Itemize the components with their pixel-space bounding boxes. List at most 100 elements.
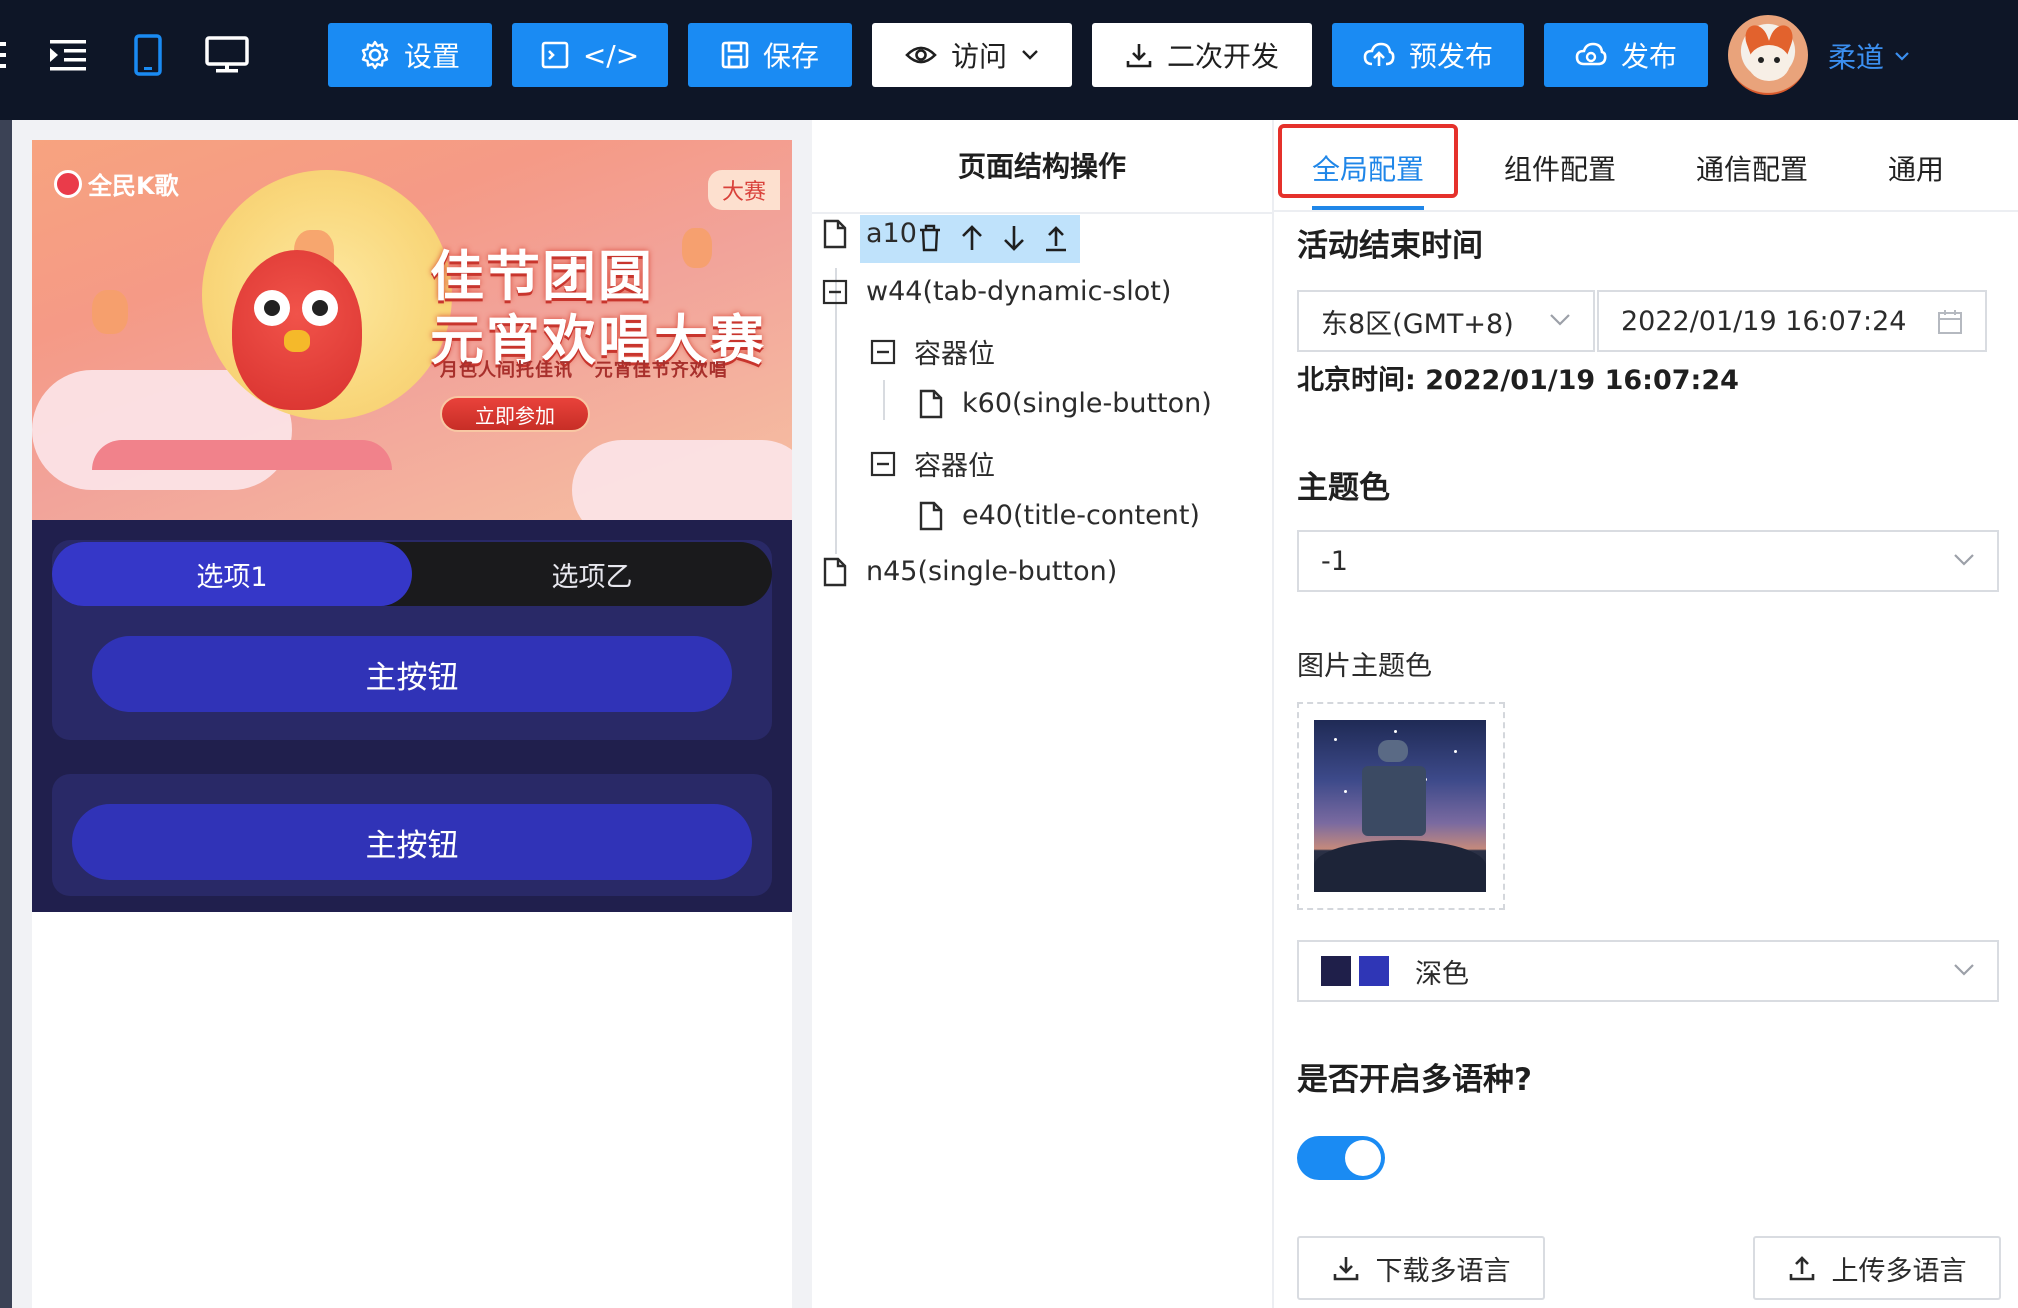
file-icon [919, 389, 943, 418]
download-languages-label: 下载多语言 [1375, 1255, 1511, 1287]
chevron-down-icon [1954, 964, 1974, 976]
image-theme-value: 深色 [1415, 958, 1469, 990]
join-now-button[interactable]: 立即参加 [440, 396, 590, 432]
tree-guide-line [883, 380, 885, 420]
publish-label: 发布 [1620, 40, 1677, 73]
tab-general[interactable]: 通用 [1888, 148, 1944, 188]
blue-swatch [1359, 956, 1389, 986]
terminal-icon [541, 41, 569, 69]
tree-node-label: n45(single-button) [866, 556, 1118, 587]
save-label: 保存 [762, 40, 819, 73]
timezone-value: 东8区(GMT+8) [1321, 308, 1514, 340]
banner-subtitle: 月色人间托佳讯 元宵佳节齐欢唱 [440, 360, 728, 381]
chevron-down-icon [1550, 314, 1570, 326]
theme-color-label: 主题色 [1297, 470, 1390, 506]
tree-node-label: 容器位 [914, 339, 995, 370]
theme-image-thumbnail[interactable] [1314, 720, 1486, 892]
download-icon [1126, 44, 1152, 68]
settings-button[interactable]: 设置 [328, 23, 492, 87]
primary-button-1[interactable]: 主按钮 [92, 636, 732, 712]
file-icon [823, 557, 847, 586]
collapse-icon[interactable] [870, 339, 896, 365]
tab-option-2[interactable]: 选项乙 [412, 542, 772, 606]
tree-node-n45[interactable]: n45(single-button) [822, 556, 1117, 587]
node-actions [918, 224, 1068, 252]
tree-node-a10[interactable]: a10 [822, 218, 917, 249]
end-time-label: 活动结束时间 [1297, 228, 1483, 264]
active-tab-indicator [1312, 206, 1424, 210]
secondary-dev-button[interactable]: 二次开发 [1092, 23, 1312, 87]
chevron-down-icon [1895, 52, 1909, 61]
save-icon [721, 41, 749, 69]
calendar-icon [1938, 310, 1962, 334]
visit-label: 访问 [950, 40, 1007, 73]
collapse-icon[interactable] [822, 279, 848, 305]
tree-node-k60[interactable]: k60(single-button) [918, 388, 1212, 419]
cloud-upload-icon [1363, 42, 1395, 66]
primary-button-2[interactable]: 主按钮 [72, 804, 752, 880]
download-icon [1333, 1257, 1358, 1281]
tab-communication-config[interactable]: 通信配置 [1696, 148, 1808, 188]
collapse-icon[interactable] [870, 451, 896, 477]
menu-edge-icon[interactable] [0, 28, 10, 82]
multilang-label: 是否开启多语种? [1297, 1062, 1532, 1098]
structure-header-divider [812, 212, 1272, 214]
tree-node-label: k60(single-button) [962, 388, 1212, 419]
code-label: </> [582, 38, 640, 72]
theme-color-value: -1 [1321, 545, 1348, 577]
tree-node-label: a10 [866, 218, 917, 249]
preview-tabs: 选项1 选项乙 [52, 542, 772, 606]
save-button[interactable]: 保存 [688, 23, 852, 87]
left-edge-strip [0, 120, 12, 1308]
theme-color-select[interactable]: -1 [1297, 530, 1999, 592]
mobile-view-icon[interactable] [130, 28, 166, 82]
download-languages-button[interactable]: 下载多语言 [1297, 1236, 1545, 1300]
beijing-time-text: 北京时间: 2022/01/19 16:07:24 [1297, 365, 1739, 396]
publish-button[interactable]: 发布 [1544, 23, 1708, 87]
event-banner[interactable]: 全民K歌 大赛 佳节团圆 元宵欢唱大赛 月色人间托佳讯 元宵佳节齐欢唱 立即参加 [32, 140, 792, 520]
tree-node-container-1[interactable]: 容器位 [870, 332, 995, 371]
tab-option-1[interactable]: 选项1 [52, 542, 412, 606]
datetime-picker[interactable]: 2022/01/19 16:07:24 [1597, 290, 1987, 352]
secondary-dev-label: 二次开发 [1166, 40, 1279, 73]
image-theme-label: 图片主题色 [1297, 651, 1432, 682]
config-tabs-divider [1274, 210, 2018, 212]
tree-node-e40[interactable]: e40(title-content) [918, 500, 1200, 531]
desktop-view-icon[interactable] [204, 28, 250, 82]
gear-icon [361, 40, 389, 70]
timezone-select[interactable]: 东8区(GMT+8) [1297, 290, 1595, 352]
move-to-top-icon[interactable] [1044, 224, 1068, 252]
username-label: 柔道 [1828, 41, 1885, 74]
tree-node-container-2[interactable]: 容器位 [870, 444, 995, 483]
upload-languages-label: 上传多语言 [1831, 1255, 1967, 1287]
cloud-sync-icon [1575, 42, 1607, 66]
visit-dropdown[interactable]: 访问 [872, 23, 1072, 87]
delete-icon[interactable] [918, 224, 942, 252]
tree-node-w44[interactable]: w44(tab-dynamic-slot) [822, 276, 1171, 307]
structure-panel-title: 页面结构操作 [957, 150, 1126, 183]
dark-swatch [1321, 956, 1351, 986]
tab-component-config[interactable]: 组件配置 [1504, 148, 1616, 188]
app-logo: 全民K歌 [54, 166, 179, 201]
tree-node-label: w44(tab-dynamic-slot) [866, 276, 1172, 307]
user-menu[interactable]: 柔道 [1828, 36, 1910, 76]
avatar[interactable] [1728, 15, 1808, 95]
prepublish-button[interactable]: 预发布 [1332, 23, 1524, 87]
file-icon [919, 501, 943, 530]
settings-label: 设置 [403, 40, 460, 73]
move-up-icon[interactable] [960, 224, 984, 252]
contest-badge: 大赛 [707, 170, 780, 210]
tree-node-label: e40(title-content) [962, 500, 1200, 531]
multilang-toggle[interactable] [1297, 1136, 1385, 1180]
file-icon [823, 219, 847, 248]
upload-languages-button[interactable]: 上传多语言 [1753, 1236, 2001, 1300]
highlight-box [1278, 124, 1458, 198]
tree-node-label: 容器位 [914, 451, 995, 482]
move-down-icon[interactable] [1002, 224, 1026, 252]
datetime-value: 2022/01/19 16:07:24 [1621, 305, 1907, 337]
chevron-down-icon [1954, 554, 1974, 566]
image-theme-select[interactable]: 深色 [1297, 940, 1999, 1002]
prepublish-label: 预发布 [1408, 40, 1493, 73]
outline-indent-icon[interactable] [46, 28, 90, 82]
code-button[interactable]: </> [512, 23, 668, 87]
